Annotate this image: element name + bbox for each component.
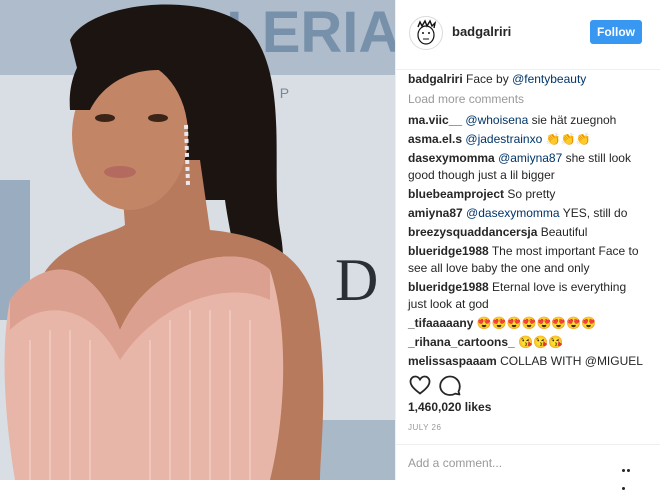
comment-text: Beautiful xyxy=(540,225,588,239)
comment-row: ma.viic__ @whoisena sie hät zuegnoh xyxy=(408,112,644,129)
comment-username[interactable]: bluebeamproject xyxy=(408,187,504,201)
backdrop-letter: D xyxy=(335,247,378,313)
comment-text: 👏👏👏 xyxy=(542,132,591,146)
comment-row: _tifaaaaany 😍😍😍😍😍😍😍😍 xyxy=(408,315,644,332)
comment-mention-link[interactable]: @amiyna87 xyxy=(498,151,562,165)
post-date[interactable]: JULY 26 xyxy=(408,423,441,432)
post-photo[interactable]: VALERIAN T LA MILLE P D xyxy=(0,0,395,480)
comment-text: 😍😍😍😍😍😍😍😍 xyxy=(476,316,597,330)
comment-rows: ma.viic__ @whoisena sie hät zuegnoh asma.… xyxy=(408,112,644,370)
add-comment-section xyxy=(396,444,660,490)
likes-count[interactable]: 1,460,020 likes xyxy=(408,400,491,414)
comment-text: 😘😘😘 xyxy=(518,335,563,349)
comment-text: YES, still do xyxy=(559,206,628,220)
comment-text: sie hät zuegnoh xyxy=(528,113,617,127)
comment-row: amiyna87 @dasexymomma YES, still do xyxy=(408,205,644,222)
post-header: badgalriri Follow xyxy=(396,0,660,70)
comments-list: badgalriri Face by @fentybeauty Load mor… xyxy=(408,71,644,372)
load-more-comments-link[interactable]: Load more comments xyxy=(408,91,644,108)
comment-username[interactable]: blueridge1988 xyxy=(408,244,489,258)
comment-mention-link[interactable]: @whoisena xyxy=(465,113,528,127)
comment-username[interactable]: _tifaaaaany xyxy=(408,316,473,330)
comment-row: blueridge1988 Eternal love is everything… xyxy=(408,279,644,313)
instagram-post: VALERIAN T LA MILLE P D xyxy=(0,0,660,490)
comment-text: So pretty xyxy=(507,187,556,201)
caption-text: Face by xyxy=(466,72,513,86)
photo-illustration: VALERIAN T LA MILLE P D xyxy=(0,0,395,480)
comment-username[interactable]: melissaspaaam xyxy=(408,354,497,368)
comment-username[interactable]: ma.viic__ xyxy=(408,113,462,127)
caption-mention-link[interactable]: @fentybeauty xyxy=(512,72,586,86)
comment-username[interactable]: blueridge1988 xyxy=(408,280,489,294)
follow-button[interactable]: Follow xyxy=(590,20,642,44)
comment-row: bluebeamproject So pretty xyxy=(408,186,644,203)
comment-username[interactable]: dasexymomma xyxy=(408,151,495,165)
comment-mention-link[interactable]: @dasexymomma xyxy=(466,206,560,220)
add-comment-input[interactable] xyxy=(408,453,608,473)
comment-text: COLLAB WITH @MIGUEL xyxy=(500,354,643,368)
comment-username[interactable]: asma.el.s xyxy=(408,132,462,146)
caption-username[interactable]: badgalriri xyxy=(408,72,463,86)
comment-row: breezysquaddancersja Beautiful xyxy=(408,224,644,241)
comment-row: _rihana_cartoons_ 😘😘😘 xyxy=(408,334,644,351)
post-details-panel: badgalriri Follow badgalriri Face by @fe… xyxy=(395,0,660,490)
comment-username[interactable]: breezysquaddancersja xyxy=(408,225,537,239)
comment-username[interactable]: _rihana_cartoons_ xyxy=(408,335,515,349)
avatar-sketch-icon xyxy=(417,19,437,45)
post-author-username[interactable]: badgalriri xyxy=(452,24,511,39)
comment-row: melissaspaaam COLLAB WITH @MIGUEL xyxy=(408,353,644,370)
comment-icon[interactable] xyxy=(438,373,462,397)
comment-mention-link[interactable]: @jadestrainxo xyxy=(465,132,542,146)
comment-username[interactable]: amiyna87 xyxy=(408,206,463,220)
more-options-icon[interactable] xyxy=(622,459,636,490)
post-caption: badgalriri Face by @fentybeauty xyxy=(408,71,644,88)
comment-row: dasexymomma @amiyna87 she still look goo… xyxy=(408,150,644,184)
comment-row: blueridge1988 The most important Face to… xyxy=(408,243,644,277)
comment-row: asma.el.s @jadestrainxo 👏👏👏 xyxy=(408,131,644,148)
avatar[interactable] xyxy=(409,16,443,50)
heart-icon[interactable] xyxy=(408,373,432,397)
post-actions xyxy=(408,373,648,397)
